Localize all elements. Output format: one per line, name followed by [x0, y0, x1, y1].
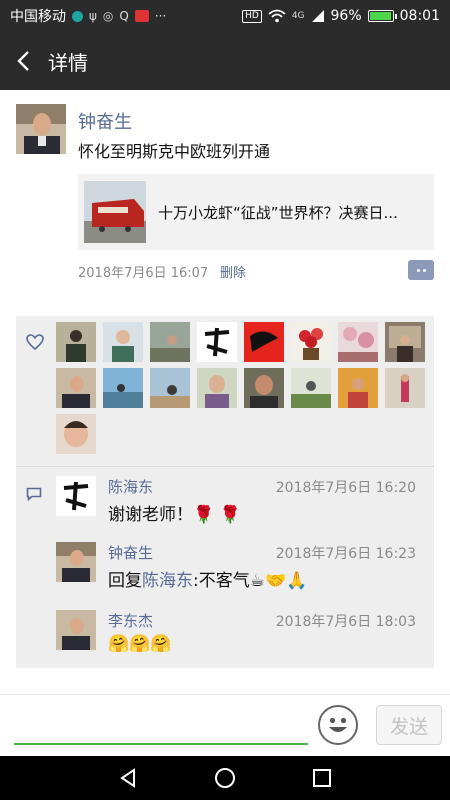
article-title: 十万小龙虾“征战”世界杯？决赛日... [158, 203, 398, 222]
reply-prefix: 回复 [108, 571, 142, 591]
interaction-box: 陈海东 2018年7月6日 16:20 谢谢老师！🌹 🌹 钟奋生 2018年7月… [16, 316, 434, 668]
battery-fill [369, 12, 391, 20]
commenter-avatar[interactable] [56, 542, 96, 582]
like-avatar[interactable] [291, 368, 331, 408]
comment-item[interactable]: 李东杰 2018年7月6日 18:03 🤗🤗🤗 [56, 610, 416, 658]
commenter-avatar[interactable] [56, 476, 96, 516]
like-avatar[interactable] [197, 368, 237, 408]
comment-text: 🤗🤗🤗 [108, 634, 172, 654]
post-timestamp: 2018年7月6日 16:07 [78, 266, 209, 281]
like-avatar[interactable] [385, 368, 425, 408]
like-avatar[interactable] [291, 322, 331, 362]
reply-to-name[interactable]: 陈海东 [142, 571, 193, 591]
article-thumbnail [84, 181, 146, 243]
smiley-icon[interactable] [318, 705, 358, 745]
commenter-name[interactable]: 钟奋生 [108, 542, 153, 563]
author-name[interactable]: 钟奋生 [78, 108, 132, 134]
circle-home-icon[interactable] [205, 758, 245, 798]
like-avatar[interactable] [56, 414, 96, 454]
carrier-label: 中国移动 [10, 9, 66, 25]
status-bar: 中国移动 ψ ◎ Q ··· HD 4G 96% 08:01 [0, 0, 450, 32]
comment-time: 2018年7月6日 18:03 [275, 614, 416, 630]
signal-label: 4G [291, 11, 305, 21]
like-avatar[interactable] [103, 322, 143, 362]
send-button[interactable]: 发送 [376, 705, 442, 745]
triangle-back-icon[interactable] [108, 758, 148, 798]
shared-article-card[interactable]: 十万小龙虾“征战”世界杯？决赛日... [78, 174, 434, 250]
comment-item[interactable]: 陈海东 2018年7月6日 16:20 谢谢老师！🌹 🌹 [56, 476, 416, 525]
square-recents-icon[interactable] [302, 758, 342, 798]
more-icon: ··· [154, 9, 167, 23]
clock: 08:01 [399, 8, 440, 24]
like-avatar[interactable] [56, 322, 96, 362]
comment-time: 2018年7月6日 16:20 [275, 480, 416, 496]
system-nav-bar [0, 756, 450, 800]
app-red-icon [134, 10, 149, 22]
like-avatar[interactable] [150, 368, 190, 408]
signal-icon [311, 10, 324, 22]
like-avatar[interactable] [56, 368, 96, 408]
commenter-name[interactable]: 李东杰 [108, 610, 153, 631]
likes-section [16, 316, 434, 466]
comment-input[interactable] [14, 707, 308, 741]
heart-icon [26, 334, 44, 350]
page-title: 详情 [48, 50, 88, 75]
comment-text: 谢谢老师！🌹 🌹 [108, 505, 241, 525]
comment-item[interactable]: 钟奋生 2018年7月6日 16:23 回复陈海东:不客气☕🤝🙏 [56, 542, 416, 591]
commenter-name[interactable]: 陈海东 [108, 476, 153, 497]
comment-more-icon[interactable] [408, 260, 434, 280]
battery-icon [367, 10, 397, 22]
comment-bubble-icon [26, 487, 42, 501]
app-dot-icon [72, 10, 83, 22]
q-icon: Q [119, 9, 129, 23]
wifi-icon [268, 9, 286, 23]
like-avatar[interactable] [244, 322, 284, 362]
input-underline [14, 743, 308, 745]
chevron-left-icon[interactable] [0, 32, 46, 90]
like-avatar[interactable] [197, 322, 237, 362]
comment-input-bar: 发送 [0, 694, 450, 756]
like-avatar[interactable] [385, 322, 425, 362]
usb-icon: ψ [89, 9, 97, 23]
like-avatar[interactable] [150, 322, 190, 362]
comment-text: 回复陈海东:不客气☕🤝🙏 [108, 566, 307, 591]
hd-badge: HD [242, 9, 262, 23]
like-avatar[interactable] [338, 322, 378, 362]
like-avatar[interactable] [103, 368, 143, 408]
battery-percent: 96% [330, 8, 362, 24]
like-avatar[interactable] [338, 368, 378, 408]
divider [16, 466, 434, 467]
notification-icon: ◎ [102, 9, 114, 23]
author-avatar[interactable] [16, 104, 66, 154]
reply-body: :不客气☕🤝🙏 [193, 571, 308, 591]
delete-link[interactable]: 删除 [220, 262, 246, 281]
post-text: 怀化至明斯克中欧班列开通 [78, 142, 271, 161]
comment-time: 2018年7月6日 16:23 [275, 546, 416, 562]
header: 详情 [0, 32, 450, 90]
commenter-avatar[interactable] [56, 610, 96, 650]
post: 钟奋生 怀化至明斯克中欧班列开通 十万小龙虾“征战”世界杯？决赛日... 201… [0, 90, 450, 304]
like-avatar[interactable] [244, 368, 284, 408]
like-avatar-grid [56, 322, 434, 454]
